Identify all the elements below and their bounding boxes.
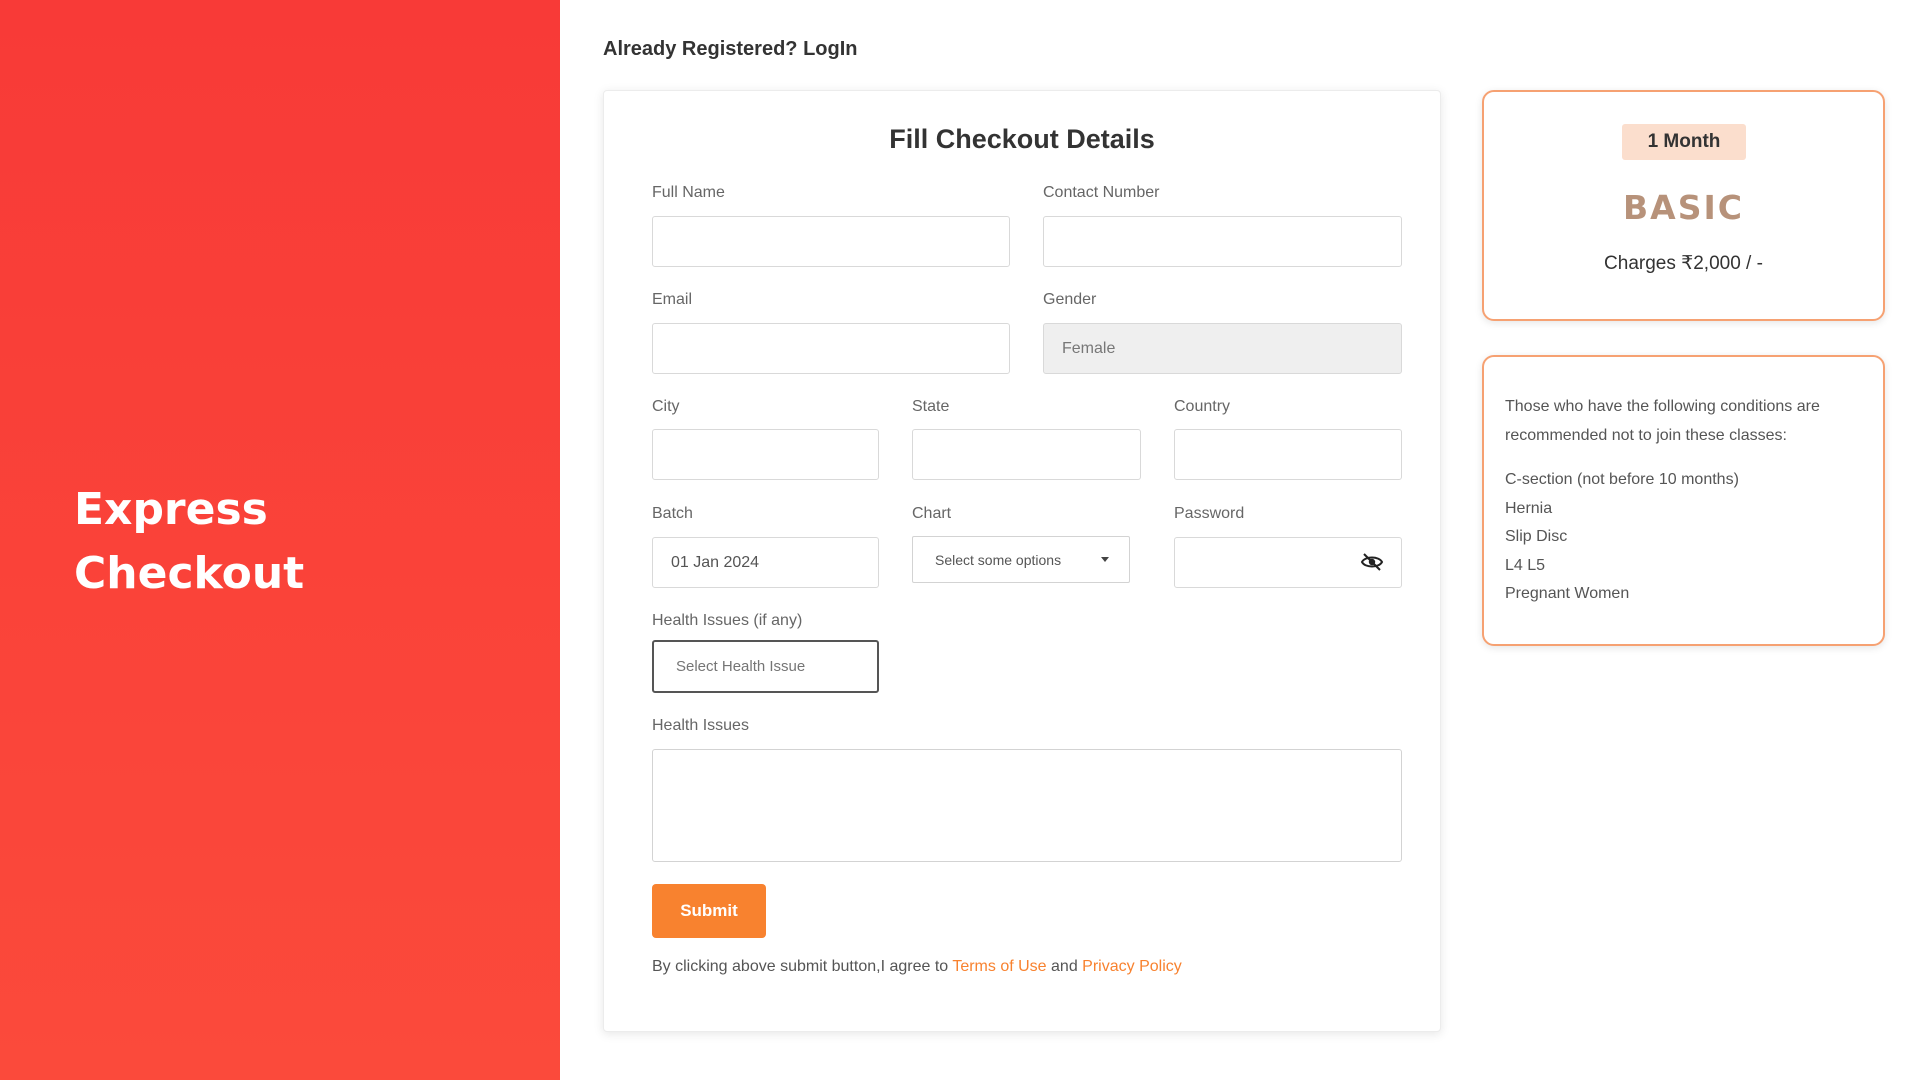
full-name-input[interactable] <box>652 216 1010 267</box>
condition-item: L4 L5 <box>1505 556 1546 574</box>
left-banner: Express Checkout <box>0 0 560 1080</box>
privacy-policy-link[interactable]: Privacy Policy <box>1082 958 1182 975</box>
condition-item: Pregnant Women <box>1505 585 1630 602</box>
terms-text: By clicking above submit button,I agree … <box>652 958 1182 976</box>
condition-item: Slip Disc <box>1505 528 1568 545</box>
email-label: Email <box>652 291 693 308</box>
batch-label: Batch <box>652 505 693 522</box>
banner-title-line2: Checkout <box>74 548 305 599</box>
chart-select-placeholder: Select some options <box>935 551 1062 568</box>
login-link[interactable]: Already Registered? LogIn <box>603 38 858 61</box>
gender-label: Gender <box>1043 291 1097 308</box>
form-title: Fill Checkout Details <box>889 124 1155 154</box>
terms-prefix: By clicking above submit button,I agree … <box>652 958 953 975</box>
city-input[interactable] <box>652 429 879 480</box>
banner-title-line1: Express <box>74 484 268 535</box>
health-issue-select[interactable] <box>652 640 879 693</box>
condition-item: Hernia <box>1505 499 1553 517</box>
chevron-down-icon <box>1101 557 1109 562</box>
password-wrapper <box>1174 537 1402 588</box>
country-label: Country <box>1174 398 1231 415</box>
health-issues-any-label: Health Issues (if any) <box>652 612 803 629</box>
banner-title: Express Checkout <box>74 478 494 606</box>
conditions-list: C-section (not before 10 months) Hernia … <box>1505 466 1739 609</box>
health-issues-label: Health Issues <box>652 717 749 734</box>
country-input[interactable] <box>1174 429 1402 480</box>
contact-number-label: Contact Number <box>1043 184 1160 201</box>
contact-number-input[interactable] <box>1043 216 1402 267</box>
password-label: Password <box>1174 505 1245 522</box>
terms-and: and <box>1046 958 1083 975</box>
email-input[interactable] <box>652 323 1010 374</box>
state-label: State <box>912 398 950 415</box>
state-input[interactable] <box>912 429 1141 480</box>
condition-item: C-section (not before 10 months) <box>1505 471 1739 488</box>
plan-charges: Charges ₹2,000 / - <box>1604 253 1763 274</box>
submit-button[interactable]: Submit <box>652 884 766 938</box>
chart-select[interactable]: Select some options <box>912 536 1130 583</box>
city-label: City <box>652 398 680 415</box>
eye-off-icon[interactable] <box>1360 552 1384 572</box>
full-name-label: Full Name <box>652 184 725 201</box>
plan-name: BASIC <box>1623 188 1744 227</box>
health-issues-textarea[interactable] <box>652 749 1402 862</box>
chart-label: Chart <box>912 505 952 522</box>
conditions-intro: Those who have the following conditions … <box>1505 398 1820 444</box>
batch-input[interactable] <box>652 537 879 588</box>
plan-duration-badge: 1 Month <box>1622 124 1746 160</box>
gender-input[interactable] <box>1043 323 1402 374</box>
terms-of-use-link[interactable]: Terms of Use <box>952 958 1046 975</box>
